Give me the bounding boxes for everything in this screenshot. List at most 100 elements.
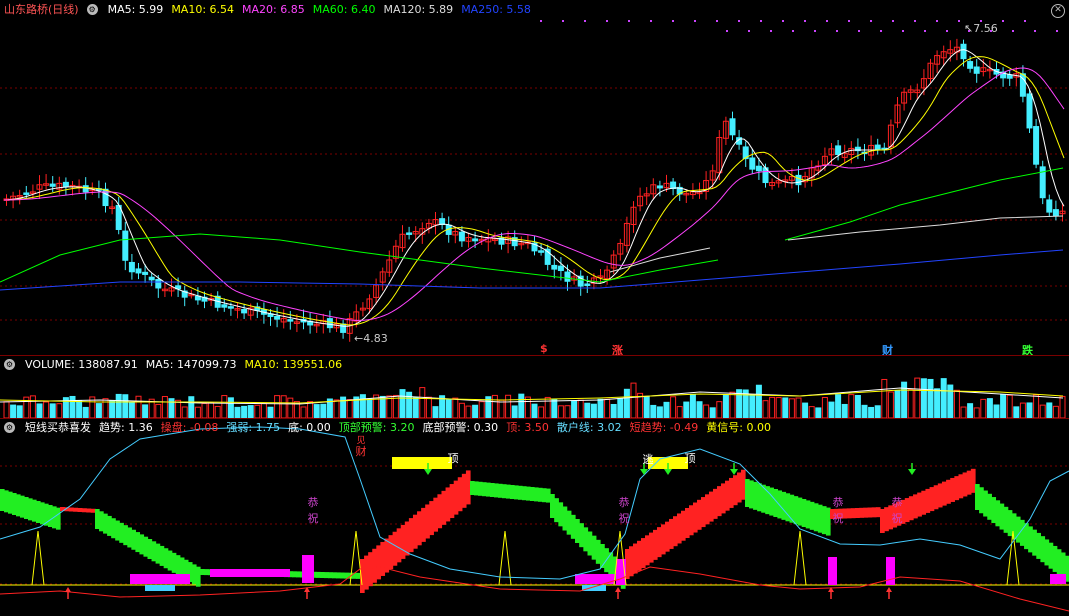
ma60-line: [0, 233, 719, 283]
trend-band-red: [457, 477, 463, 512]
trend-band-red: [689, 505, 694, 536]
indicator-legend-item-8: 散户线: 3.02: [556, 421, 622, 434]
volume-bar: [425, 396, 432, 418]
volume-bar: [260, 402, 267, 418]
trend-band-green: [991, 497, 997, 524]
trend-band-green: [1024, 523, 1029, 550]
volume-bar: [663, 401, 670, 418]
trend-band-red: [86, 508, 92, 513]
trend-band-green: [1019, 519, 1025, 546]
trend-band-green: [522, 486, 527, 501]
down-arrow-icon: [908, 469, 916, 475]
trend-band-red: [917, 492, 922, 517]
trend-band-red: [633, 543, 638, 574]
trend-band-red: [721, 483, 726, 514]
trend-band-red: [465, 470, 471, 505]
trend-band-green: [40, 502, 45, 525]
volume-bar: [135, 395, 142, 418]
price-pane[interactable]: 山东路桥(日线) ⚙ MA5: 5.99 MA10: 6.54 MA20: 6.85…: [0, 0, 1069, 355]
indicator-settings-icon[interactable]: ⚙: [4, 421, 15, 433]
trend-band-red: [733, 475, 738, 506]
settings-gear-icon[interactable]: ⚙: [86, 3, 98, 15]
candle-body: [584, 283, 591, 286]
trend-band-green: [48, 505, 53, 527]
top-dot: [1024, 20, 1026, 22]
volume-bar: [973, 407, 980, 418]
top-dot: [694, 20, 696, 22]
volume-bar: [379, 395, 386, 418]
indicator-legend-item-6: 底部预警: 0.30: [422, 421, 499, 434]
volume-settings-icon[interactable]: ⚙: [4, 358, 15, 370]
volume-bar: [511, 405, 518, 418]
indicator-legend-item-10: 黄信号: 0.00: [706, 421, 771, 434]
volume-bar: [630, 382, 637, 418]
trend-band-red: [437, 494, 443, 529]
ma-legend: MA5: 5.99 MA10: 6.54 MA20: 6.85 MA60: 6.40 M…: [108, 3, 531, 16]
volume-pane[interactable]: ⚙ VOLUME: 138087.91 MA5: 147099.73 MA10: 1…: [0, 356, 1069, 418]
volume-bar: [458, 402, 465, 418]
trend-band-red: [737, 472, 742, 503]
price-chart[interactable]: [0, 0, 1069, 355]
trend-band-red: [645, 535, 650, 566]
ma-legend-item-2: MA20: 6.85: [242, 2, 305, 16]
indicator-legend-item-3: 强弱: 1.75: [226, 421, 281, 434]
trend-band-green: [558, 502, 564, 527]
volume-bar: [610, 403, 617, 418]
trend-band-red: [880, 509, 885, 533]
volume-bar: [1000, 394, 1007, 418]
trend-band-green: [575, 519, 580, 543]
candle-body: [749, 157, 756, 170]
candle-body: [960, 43, 967, 60]
volume-bar: [1026, 402, 1033, 418]
trend-band-green: [1007, 510, 1013, 537]
candle-body: [1026, 93, 1033, 129]
trend-band-red: [941, 481, 947, 506]
trend-band-green: [579, 523, 584, 548]
indicator-chart[interactable]: [0, 419, 1069, 616]
candle-body: [656, 185, 663, 189]
marker-dollar: $: [540, 342, 548, 355]
top-dot: [1056, 30, 1058, 32]
trend-band-green: [797, 497, 803, 526]
trend-band-green: [813, 503, 819, 532]
trend-band-red: [725, 480, 730, 511]
top-dot: [792, 30, 794, 32]
candle-body: [82, 185, 89, 193]
price-header: 山东路桥(日线) ⚙ MA5: 5.99 MA10: 6.54 MA20: 6.85…: [0, 0, 1069, 18]
trend-band-red: [81, 508, 87, 513]
volume-bar: [716, 401, 723, 418]
trend-band-green: [159, 545, 165, 566]
trend-band-red: [913, 494, 918, 519]
volume-bar: [967, 403, 974, 418]
ma-legend-item-0: MA5: 5.99: [107, 2, 164, 16]
trend-band-green: [486, 482, 491, 497]
volume-bar: [617, 398, 624, 418]
ma-legend-item-3: MA60: 6.40: [312, 2, 376, 16]
volume-bar: [960, 406, 967, 418]
trend-band-red: [855, 508, 860, 518]
trend-band-green: [20, 495, 25, 518]
trend-band-green: [1036, 532, 1041, 559]
volume-bar: [524, 396, 531, 418]
indicator-legend-item-0: 短线买恭喜发: [25, 421, 91, 434]
trend-band-green: [777, 490, 783, 519]
trend-band-red: [77, 508, 83, 512]
trend-band-red: [937, 483, 943, 508]
trend-band-red: [966, 470, 972, 495]
low-price-label: ←4.83: [354, 332, 388, 345]
volume-bar: [531, 403, 538, 418]
volume-bar: [683, 401, 690, 418]
volume-bar: [399, 389, 406, 418]
volume-bar: [142, 404, 149, 418]
trend-band-red: [637, 540, 642, 571]
trend-band-green: [191, 564, 197, 585]
ma5-line: [3, 49, 1065, 327]
trend-band-green: [95, 509, 100, 529]
trend-band-green: [8, 491, 13, 514]
volume-bar: [56, 403, 63, 418]
trend-band-green: [979, 487, 984, 514]
volume-bar: [749, 394, 756, 418]
indicator-pane[interactable]: ⚙ 短线买恭喜发 趋势: 1.36 操盘: -0.08 强弱: 1.75 底: 0.00…: [0, 419, 1069, 616]
trend-band-green: [151, 541, 157, 562]
trend-band-green: [356, 572, 361, 579]
